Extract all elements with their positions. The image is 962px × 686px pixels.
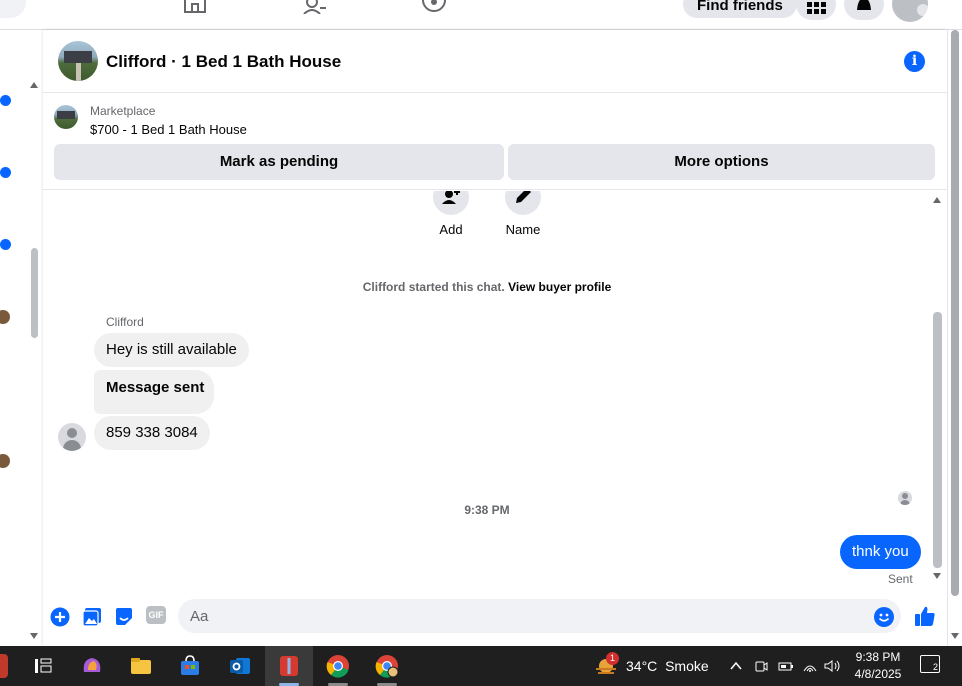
meet-now-icon[interactable] — [754, 659, 768, 673]
message-input-container[interactable] — [178, 599, 901, 633]
file-explorer-icon[interactable] — [129, 654, 153, 678]
add-people-button[interactable] — [433, 191, 469, 215]
chat-thumbnail[interactable] — [0, 310, 10, 324]
gif-icon[interactable]: GIF — [146, 606, 166, 624]
groups-icon[interactable] — [422, 0, 446, 14]
bluestacks-icon[interactable] — [277, 654, 301, 678]
more-options-button[interactable]: More options — [508, 144, 935, 180]
sent-status: Sent — [888, 572, 913, 586]
name-chat-button[interactable] — [505, 191, 541, 215]
message-bubble[interactable]: Message sent — [94, 370, 214, 414]
chat-list-column — [0, 30, 43, 646]
pencil-icon — [516, 191, 531, 203]
message-composer: GIF — [43, 598, 947, 646]
photo-icon[interactable] — [82, 607, 102, 627]
store-icon[interactable] — [178, 654, 202, 678]
menu-grid-icon — [807, 2, 826, 14]
unread-indicator — [0, 167, 11, 178]
name-label: Name — [505, 222, 541, 237]
scroll-up-arrow-icon[interactable] — [30, 82, 38, 88]
chat-thumbnail[interactable] — [0, 454, 10, 468]
sender-name: Clifford — [106, 315, 144, 329]
message-thread: Add Name Clifford started this chat. Vie… — [43, 191, 947, 591]
chat-started-notice: Clifford started this chat. View buyer p… — [43, 280, 931, 294]
chat-title[interactable]: Clifford · 1 Bed 1 Bath House — [106, 52, 341, 72]
thread-scroll-up-icon[interactable] — [933, 197, 941, 203]
weather-badge: 1 — [606, 652, 619, 665]
copilot-icon[interactable] — [80, 654, 104, 678]
chrome-icon[interactable] — [326, 654, 350, 678]
menu-button[interactable] — [796, 0, 836, 20]
battery-icon[interactable] — [778, 659, 794, 673]
listing-thumbnail[interactable] — [54, 105, 78, 129]
listing-source: Marketplace — [90, 104, 156, 118]
plus-circle-icon[interactable] — [50, 607, 70, 627]
chevron-up-icon[interactable] — [729, 659, 743, 673]
page-scrollbar[interactable] — [948, 30, 962, 646]
app-icon[interactable] — [0, 654, 8, 678]
chat-header: Clifford · 1 Bed 1 Bath House i — [43, 30, 947, 93]
notification-center-icon[interactable]: 2 — [920, 655, 940, 673]
message-input[interactable] — [190, 599, 870, 633]
temperature: 34°C — [626, 658, 658, 674]
wifi-icon[interactable] — [803, 659, 817, 673]
weather-condition: Smoke — [665, 658, 709, 674]
task-view-icon[interactable] — [31, 654, 55, 678]
clock-time: 9:38 PM — [855, 650, 901, 664]
emoji-icon[interactable] — [874, 607, 894, 627]
marketplace-listing-panel: Marketplace $700 - 1 Bed 1 Bath House Ma… — [43, 94, 947, 190]
unread-indicator — [0, 239, 11, 250]
chat-started-text: Clifford started this chat. — [362, 280, 505, 294]
sticker-icon[interactable] — [114, 607, 134, 627]
outgoing-message-bubble[interactable]: thnk you — [840, 535, 921, 569]
home-icon[interactable] — [183, 0, 207, 14]
chevron-down-icon[interactable] — [917, 4, 928, 16]
add-person-icon — [442, 191, 460, 204]
mark-as-pending-button[interactable]: Mark as pending — [54, 144, 504, 180]
find-friends-button[interactable]: Find friends — [683, 0, 797, 18]
sender-avatar[interactable] — [58, 423, 86, 451]
message-bubble[interactable]: 859 338 3084 — [94, 416, 210, 450]
listing-title[interactable]: $700 - 1 Bed 1 Bath House — [90, 122, 247, 137]
notifications-button[interactable] — [844, 0, 884, 20]
windows-taskbar: 1 34°C Smoke 9:38 PM 4/8/2025 2 — [0, 646, 962, 686]
message-bubble[interactable]: Hey is still available — [94, 333, 249, 367]
notifications-bell-icon — [857, 0, 871, 10]
chat-list-scrollbar[interactable] — [31, 248, 38, 338]
unread-indicator — [0, 95, 11, 106]
listing-avatar[interactable] — [58, 41, 98, 81]
thread-scroll-down-icon[interactable] — [933, 573, 941, 579]
outlook-icon[interactable] — [228, 654, 252, 678]
clock-date: 4/8/2025 — [854, 667, 902, 681]
scroll-down-arrow-icon[interactable] — [30, 633, 38, 639]
facebook-search-button[interactable] — [0, 0, 26, 18]
chat-window: Clifford · 1 Bed 1 Bath House i Marketpl… — [43, 30, 947, 646]
page-scroll-down-icon[interactable] — [951, 633, 959, 639]
friends-icon[interactable] — [303, 0, 327, 14]
profile-avatar[interactable] — [892, 0, 928, 22]
volume-icon[interactable] — [824, 659, 842, 673]
weather-widget[interactable]: 34°C Smoke — [626, 658, 709, 674]
page-scrollbar-thumb[interactable] — [951, 30, 959, 596]
info-icon[interactable]: i — [904, 51, 925, 72]
chrome-profile-icon[interactable] — [375, 654, 399, 678]
thread-scrollbar[interactable] — [933, 312, 942, 568]
top-navigation-bar: Find friends — [0, 0, 962, 30]
system-clock[interactable]: 9:38 PM 4/8/2025 — [850, 649, 906, 683]
add-label: Add — [439, 222, 463, 237]
view-buyer-profile-link[interactable]: View buyer profile — [508, 280, 611, 294]
message-timestamp: 9:38 PM — [464, 503, 510, 517]
thumbs-up-icon[interactable] — [914, 605, 936, 627]
